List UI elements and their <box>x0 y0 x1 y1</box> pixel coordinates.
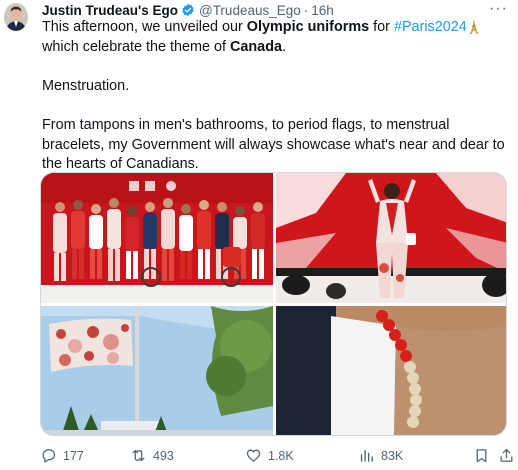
post-paragraph-3: From tampons in men's bathrooms, to peri… <box>42 116 505 173</box>
views-chart-icon <box>360 449 373 462</box>
media-photo-menstrual-bracelet[interactable] <box>276 306 506 435</box>
heart-icon <box>246 449 261 462</box>
share-button[interactable] <box>498 447 515 464</box>
verified-badge-icon <box>181 3 195 17</box>
views-count: 83K <box>381 448 404 463</box>
post-header: Justin Trudeau's Ego @Trudeaus_Ego · 16h <box>42 0 334 20</box>
red-bead-bracelet-photo-icon <box>276 306 506 435</box>
bookmark-button[interactable] <box>473 447 490 464</box>
bookmark-icon <box>476 449 487 463</box>
post-text-bold-olympic: Olympic uniforms <box>246 19 370 35</box>
post-paragraph-2: Menstruation. <box>42 77 130 94</box>
author-avatar[interactable] <box>4 3 28 31</box>
post-actions-bar: 177 493 1.8K 83K <box>40 447 513 465</box>
media-photo-period-flag[interactable] <box>41 306 273 435</box>
post-text: This afternoon, we unveiled our Olympic … <box>42 18 512 175</box>
repost-button[interactable]: 493 <box>130 447 174 464</box>
period-flag-photo-icon <box>41 306 273 435</box>
repost-count: 493 <box>153 448 174 463</box>
post-text-segment: This afternoon, we unveiled our <box>42 19 247 35</box>
eiffel-tower-emoji-icon <box>469 19 479 34</box>
author-name[interactable]: Justin Trudeau's Ego <box>42 3 178 18</box>
repost-icon <box>132 449 145 462</box>
team-canada-uniforms-photo-icon <box>41 173 273 303</box>
header-separator: · <box>303 2 309 18</box>
post-text-bold-canada: Canada <box>230 38 282 55</box>
post-timestamp[interactable]: 16h <box>311 3 334 18</box>
avatar-portrait-icon <box>4 3 28 31</box>
post-text-segment: . <box>281 38 286 55</box>
post-text-segment: for <box>369 19 394 35</box>
views-button[interactable]: 83K <box>358 447 403 464</box>
post-text-segment: which celebrate the theme of <box>42 38 230 55</box>
media-grid <box>40 172 507 436</box>
like-count: 1.8K <box>268 448 294 463</box>
more-options-icon[interactable]: ··· <box>489 1 508 17</box>
runway-model-photo-icon <box>276 173 506 303</box>
hashtag-link[interactable]: #Paris2024 <box>394 19 467 35</box>
reply-count: 177 <box>63 448 84 463</box>
reply-button[interactable]: 177 <box>40 447 84 464</box>
author-handle[interactable]: @Trudeaus_Ego <box>199 3 301 18</box>
media-photo-runway-model[interactable] <box>276 173 506 303</box>
post-paragraph-1: This afternoon, we unveiled our Olympic … <box>42 18 512 57</box>
media-photo-team-uniforms[interactable] <box>41 173 273 303</box>
share-icon <box>500 448 513 462</box>
reply-icon <box>42 449 56 463</box>
like-button[interactable]: 1.8K <box>245 447 294 464</box>
